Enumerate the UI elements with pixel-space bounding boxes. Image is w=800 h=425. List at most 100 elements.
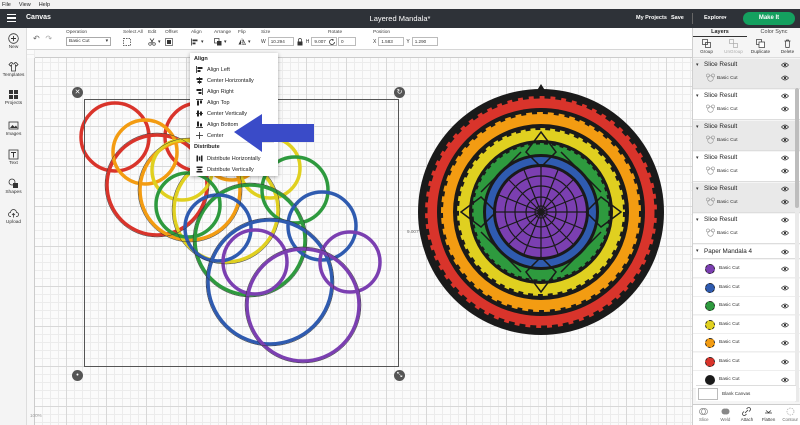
collapse-arrow-icon[interactable]: ▾	[696, 186, 699, 192]
option-label: Align Right	[207, 88, 234, 95]
layer-row[interactable]: Basic Cut	[693, 352, 800, 371]
align-top-option[interactable]: Align Top	[196, 98, 230, 107]
layer-thumbnail	[705, 356, 715, 367]
layers-tabs: Layers Color Sync	[693, 28, 800, 37]
mickey-thumbnail-icon	[706, 197, 715, 206]
eye-icon[interactable]	[781, 322, 789, 328]
distribute-horizontal-icon	[196, 155, 203, 162]
layer-group[interactable]: ▾ Slice Result Basic Cut	[693, 90, 800, 120]
distribute-vertically-option[interactable]: Distribute Vertically	[196, 165, 254, 174]
layer-row[interactable]: Basic Cut	[693, 260, 800, 278]
collapse-arrow-icon[interactable]: ▾	[696, 93, 699, 99]
layer-thumbnail	[705, 338, 715, 348]
flatten-button[interactable]: Flatten	[759, 405, 779, 425]
align-top-icon	[196, 99, 203, 106]
eye-icon[interactable]	[781, 285, 789, 291]
layer-sub-label: Basic Cut	[717, 231, 738, 236]
align-left-option[interactable]: Align Left	[196, 65, 230, 74]
eye-icon[interactable]	[781, 266, 789, 272]
eye-icon[interactable]	[781, 340, 789, 346]
blank-canvas-row[interactable]: Blank Canvas	[696, 385, 796, 401]
layer-group-title: Slice Result	[704, 185, 738, 192]
weld-button[interactable]: Weld	[715, 405, 735, 425]
attach-button[interactable]: Attach	[737, 405, 757, 425]
footer-label: Contour	[782, 417, 798, 422]
collapse-arrow-icon[interactable]: ▾	[696, 62, 699, 68]
layer-label: Basic Cut	[719, 377, 740, 382]
ungroup-button[interactable]: UnGroup	[720, 38, 747, 57]
eye-icon[interactable]	[781, 155, 789, 161]
distribute-horizontally-option[interactable]: Distribute Horizontally	[196, 154, 261, 163]
layers-scrollbar-thumb[interactable]	[795, 88, 799, 208]
layer-sub-label: Basic Cut	[717, 138, 738, 143]
footer-label: Attach	[740, 417, 754, 422]
eye-icon[interactable]	[781, 303, 789, 309]
center-option[interactable]: Center	[196, 131, 224, 140]
tool-label: Delete	[780, 49, 795, 54]
align-right-option[interactable]: Align Right	[196, 87, 234, 96]
eye-icon[interactable]	[781, 124, 789, 130]
eye-icon[interactable]	[781, 106, 789, 112]
ungroup-icon	[729, 39, 738, 48]
layer-tools: Group UnGroup Duplicate Delete	[693, 38, 800, 58]
center-horizontally-option[interactable]: Center Horizontally	[196, 76, 254, 85]
layer-sub-label: Basic Cut	[717, 107, 738, 112]
layer-group-title: Slice Result	[704, 216, 738, 223]
eye-icon[interactable]	[781, 75, 789, 81]
collapse-arrow-icon[interactable]: ▾	[696, 248, 699, 254]
eye-icon[interactable]	[781, 230, 789, 236]
center-icon	[196, 132, 203, 139]
layer-group[interactable]: ▾ Slice Result Basic Cut	[693, 152, 800, 182]
layer-group[interactable]: ▾ Slice Result Basic Cut	[693, 121, 800, 151]
footer-label: Flatten	[761, 417, 776, 422]
collapse-arrow-icon[interactable]: ▾	[696, 124, 699, 130]
distribute-heading: Distribute	[194, 144, 220, 150]
layer-group[interactable]: ▾ Slice Result Basic Cut	[693, 183, 800, 213]
layer-sub-label: Basic Cut	[717, 169, 738, 174]
layer-group[interactable]: ▾ Slice Result Basic Cut	[693, 214, 800, 244]
layer-row[interactable]: Basic Cut	[693, 278, 800, 297]
mickey-thumbnail-icon	[706, 166, 715, 175]
eye-icon[interactable]	[781, 217, 789, 223]
collapse-arrow-icon[interactable]: ▾	[696, 155, 699, 161]
option-label: Distribute Horizontally	[207, 155, 261, 162]
layer-label: Basic Cut	[719, 358, 740, 364]
collapse-arrow-icon[interactable]: ▾	[696, 217, 699, 223]
tab-layers[interactable]: Layers	[693, 28, 747, 37]
group-button[interactable]: Group	[693, 38, 720, 57]
footer-label: Slice	[699, 417, 709, 422]
eye-icon[interactable]	[781, 168, 789, 174]
eye-icon[interactable]	[781, 93, 789, 99]
mandala-artwork[interactable]	[0, 0, 800, 425]
layer-label: Basic Cut	[719, 321, 740, 327]
eye-icon[interactable]	[781, 62, 789, 68]
weld-icon	[721, 408, 730, 415]
eye-icon[interactable]	[781, 137, 789, 143]
layer-thumbnail	[705, 282, 715, 293]
align-menu-heading: Align	[194, 56, 208, 62]
center-horizontal-icon	[196, 77, 203, 84]
layer-group-title: Slice Result	[704, 123, 738, 130]
layer-row[interactable]: Basic Cut	[693, 334, 800, 352]
slice-button[interactable]: Slice	[694, 405, 714, 425]
eye-icon[interactable]	[781, 186, 789, 192]
eye-icon[interactable]	[781, 249, 789, 255]
layer-row[interactable]: Basic Cut	[693, 315, 800, 334]
layer-group-title: Slice Result	[704, 154, 738, 161]
tab-color-sync[interactable]: Color Sync	[747, 28, 800, 37]
contour-icon	[786, 407, 795, 416]
attach-icon	[742, 407, 752, 416]
eye-icon[interactable]	[781, 199, 789, 205]
tool-label: Group	[700, 49, 713, 54]
option-label: Align Top	[207, 99, 230, 106]
align-bottom-icon	[196, 121, 203, 128]
delete-button[interactable]: Delete	[774, 38, 800, 57]
layer-row[interactable]: Basic Cut	[693, 297, 800, 315]
duplicate-button[interactable]: Duplicate	[747, 38, 774, 57]
layer-group[interactable]: ▾ Slice Result Basic Cut	[693, 59, 800, 89]
mandala-group-header[interactable]: ▾ Paper Mandala 4	[693, 245, 800, 259]
eye-icon[interactable]	[781, 359, 789, 365]
eye-icon[interactable]	[781, 377, 789, 383]
duplicate-icon	[756, 39, 765, 48]
contour-button[interactable]: Contour	[780, 405, 800, 425]
